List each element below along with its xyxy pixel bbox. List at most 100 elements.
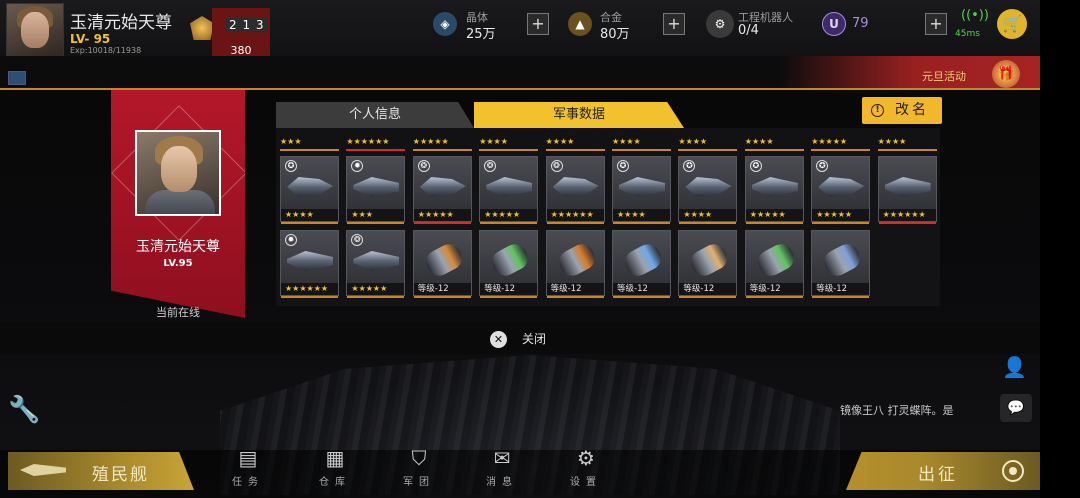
module-tile[interactable]: 等级-12 (612, 230, 671, 298)
ship-stars: ★★★★★★ (878, 209, 936, 221)
rank-stars: ★★★★ (877, 137, 937, 151)
module-tile[interactable]: 等级-12 (678, 230, 738, 298)
rank-underline (280, 149, 339, 151)
nav-messages[interactable]: ✉ 消息 (472, 444, 532, 494)
nav-messages-label: 消息 (486, 477, 518, 488)
ping-value: 45ms (955, 29, 980, 39)
rank-underline (545, 149, 605, 151)
premium-add-button[interactable]: + (925, 13, 947, 35)
colony-ship-button[interactable]: 殖民舰 (8, 452, 194, 490)
colony-ship-icon (20, 464, 66, 476)
close-button[interactable]: 关闭 (522, 330, 546, 347)
profile-level: LV.95 (163, 258, 193, 269)
rename-button[interactable]: ! 改名 (862, 97, 942, 124)
nav-warehouse[interactable]: ▦ 仓库 (305, 444, 365, 494)
tile-underline (613, 296, 670, 298)
module-level: 等级-12 (546, 283, 604, 295)
gift-icon[interactable]: 🎁 (992, 60, 1020, 88)
module-tile[interactable]: 等级-12 (744, 230, 804, 298)
ship-tile[interactable]: ❂ ★★★★★ (479, 156, 539, 224)
rank-stars: ★★★★ (678, 137, 738, 151)
chat-message[interactable]: 镜像王八 打灵蝶阵。是 (840, 402, 954, 418)
spaceship-icon (552, 177, 599, 197)
contacts-icon[interactable]: 👤 (1002, 355, 1028, 381)
event-label[interactable]: 元旦活动 (922, 68, 966, 84)
ship-stars: ★★★★★ (745, 209, 803, 221)
nav-tasks[interactable]: ▤ 任务 (218, 444, 278, 494)
event-strip-line (0, 88, 1040, 90)
nav-tasks-label: 任务 (232, 477, 264, 488)
alloy-add-button[interactable]: + (663, 13, 685, 35)
module-icon (753, 240, 798, 280)
module-icon (421, 240, 466, 280)
profile-portrait (135, 130, 221, 216)
tile-underline (812, 296, 870, 298)
ship-tile[interactable]: ✪ ★★★★ (280, 156, 339, 224)
nav-settings[interactable]: ⚙ 设置 (556, 444, 616, 494)
rank-stars: ★★★★★ (811, 137, 871, 151)
module-icon (621, 240, 665, 280)
close-icon[interactable]: ✕ (490, 331, 507, 348)
ship-tile[interactable]: ✪ ★★★★★ (744, 156, 804, 224)
nav-settings-label: 设置 (570, 477, 602, 488)
module-tile[interactable]: 等级-12 (479, 230, 539, 298)
rank-underline (612, 149, 671, 151)
ship-tile[interactable]: ✪ ★★★★ (678, 156, 738, 224)
ship-tile[interactable]: ✹ ★★★★★★ (280, 230, 339, 298)
event-strip (0, 56, 1040, 90)
spaceship-icon (287, 251, 333, 271)
chat-icon[interactable]: 💬 (1000, 394, 1032, 422)
robot-icon: ⚙ (706, 10, 734, 38)
spaceship-icon (419, 177, 466, 197)
tab-military-data[interactable]: 军事数据 (474, 102, 684, 128)
ship-tile[interactable]: ✪ ★★★★★ (811, 156, 871, 224)
ship-stars: ★★★★★ (347, 283, 405, 295)
premium-currency-icon: U (822, 12, 846, 36)
ship-tile[interactable]: ❂ ★★★★★★ (545, 156, 605, 224)
emblem-icon: ✪ (617, 160, 629, 172)
crystal-add-button[interactable]: + (527, 13, 549, 35)
rank-underline (678, 149, 738, 151)
nav-legion[interactable]: ⛉ 军团 (389, 444, 449, 494)
ship-tile[interactable]: ✪ ★★★★ (612, 156, 671, 224)
module-tile[interactable]: 等级-12 (412, 230, 472, 298)
alloy-value: 80万 (600, 27, 630, 42)
rank-underline (811, 149, 871, 151)
emblem-icon: ✪ (816, 160, 829, 172)
ship-stars: ★★★★★ (812, 209, 870, 221)
target-icon (1002, 460, 1024, 482)
premium-value: 79 (852, 16, 869, 31)
ship-stars: ★★★★★ (480, 209, 538, 221)
ship-stars: ★★★ (347, 209, 405, 221)
sortie-button[interactable]: 出征 (846, 452, 1040, 490)
rank-stars: ★★★ (280, 137, 339, 151)
ship-stars: ★★★★ (613, 209, 670, 221)
rank-stars: ★★★★ (744, 137, 804, 151)
module-icon (554, 240, 599, 280)
legion-icon: ⛉ (411, 446, 427, 470)
rank-stars: ★★★★ (479, 137, 539, 151)
ship-tile[interactable]: ★★★★★★ (877, 156, 937, 224)
module-level: 等级-12 (745, 283, 803, 295)
shop-cart-icon[interactable]: 🛒 (997, 9, 1027, 39)
flag-icon[interactable] (8, 71, 26, 85)
ship-tile[interactable]: ✹ ★★★ (346, 156, 406, 224)
ship-stars: ★★★★ (281, 209, 338, 221)
rank-button[interactable]: 2 1 3 380 (212, 8, 270, 60)
emblem-icon: ✪ (749, 160, 762, 172)
wings-icon: ❂ (484, 160, 497, 172)
module-level: 等级-12 (812, 283, 870, 295)
player-avatar[interactable] (6, 3, 64, 61)
tab-personal-info[interactable]: 个人信息 (276, 102, 474, 128)
ship-tile[interactable]: ❂ ★★★★★ (412, 156, 472, 224)
podium-icon: 2 1 3 (226, 18, 268, 32)
tile-underline (679, 222, 737, 224)
wrench-icon[interactable]: 🔧 (8, 395, 40, 425)
module-tile[interactable]: 等级-12 (811, 230, 871, 298)
portrait-body (145, 190, 215, 214)
tile-underline (281, 222, 338, 224)
rank-stars: ★★★★ (612, 137, 671, 151)
module-tile[interactable]: 等级-12 (545, 230, 605, 298)
close-bar (0, 322, 1040, 354)
ship-tile[interactable]: ❂ ★★★★★ (346, 230, 406, 298)
